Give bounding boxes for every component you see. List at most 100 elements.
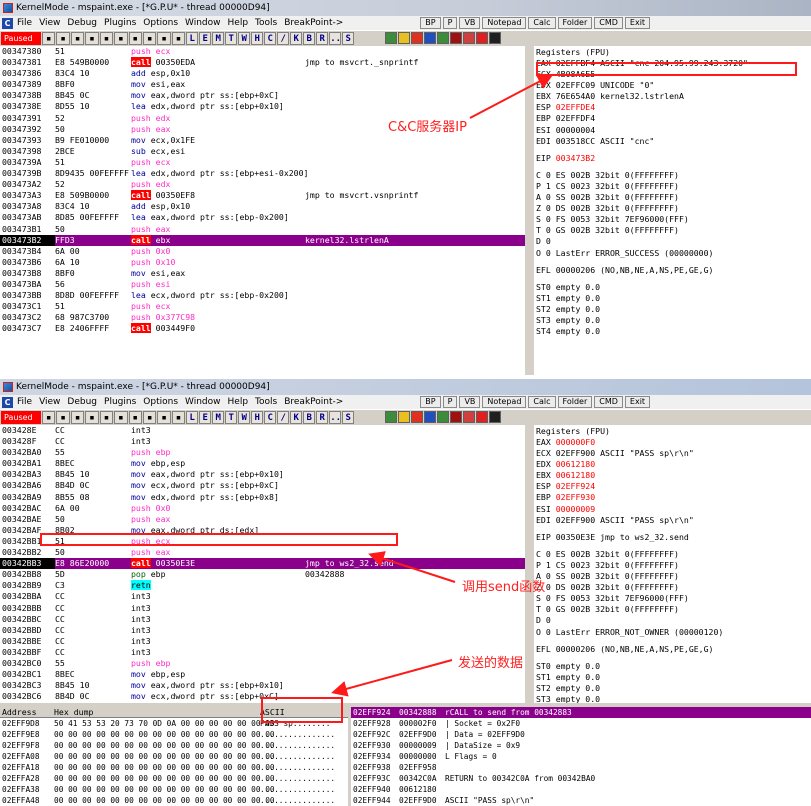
register-line[interactable]: A 0 SS 002B 32bit 0(FFFFFFFF) <box>534 192 811 203</box>
register-line[interactable]: ESI 00000004 <box>534 125 811 136</box>
disasm-row[interactable]: 003473AB 8D85 00FEFFFF lea eax,dword ptr s… <box>0 212 525 223</box>
toolbar-window-e[interactable]: E <box>199 410 212 424</box>
disasm-row[interactable]: 0034739A 51 push ecx <box>0 157 525 168</box>
disasm-row[interactable]: 00342BBC CC int3 <box>0 614 525 625</box>
plugin-button-icon[interactable] <box>476 32 489 44</box>
plugin-button-icon[interactable] <box>398 32 411 44</box>
register-line[interactable]: P 1 CS 0023 32bit 0(FFFFFFFF) <box>534 560 811 571</box>
register-line[interactable]: EIP 00350E3E jmp to ws2_32.send <box>534 532 811 543</box>
toolbar-window-k[interactable]: K <box>290 410 303 424</box>
toolbar-window-t[interactable]: T <box>225 410 238 424</box>
dump-col-hex[interactable]: Hex dump <box>54 707 260 717</box>
disasm-row[interactable]: 003473C1 51 push ecx <box>0 301 525 312</box>
step-over-icon[interactable]: ▪ <box>114 31 128 45</box>
disassembly-pane[interactable]: 00347380 51 push ecx 00347381 E8 549B0000 cal… <box>0 46 528 375</box>
menu-tools[interactable]: Tools <box>255 18 277 28</box>
disasm-row[interactable]: 003473BA 56 push esi <box>0 279 525 290</box>
stack-row[interactable]: 02EFF930 00000009 | DataSize = 0x9 <box>351 740 811 751</box>
register-line[interactable]: ST1 empty 0.0 <box>534 293 811 304</box>
step-into-icon[interactable]: ▪ <box>99 410 114 424</box>
register-line[interactable]: T 0 GS 002B 32bit 0(FFFFFFFF) <box>534 604 811 615</box>
dump-row[interactable]: 02EFFA28 00 00 00 00 00 00 00 00 00 00 00… <box>0 773 348 784</box>
disasm-row[interactable]: 00342BBA CC int3 <box>0 591 525 602</box>
execute-till-return-icon[interactable]: ▪ <box>157 410 171 424</box>
disasm-row[interactable]: 00342BB2 50 push eax <box>0 547 525 558</box>
menu-button-bp[interactable]: BP <box>420 17 441 29</box>
disasm-row[interactable]: 00342BC0 55 push ebp <box>0 658 525 669</box>
register-line[interactable]: Z 0 DS 002B 32bit 0(FFFFFFFF) <box>534 203 811 214</box>
register-line[interactable]: EBP 02EFFDF4 <box>534 113 811 124</box>
register-line[interactable]: ST1 empty 0.0 <box>534 672 811 683</box>
toolbar-window-s[interactable]: S <box>342 410 355 424</box>
menu-button-calc[interactable]: Calc <box>528 396 556 408</box>
register-line[interactable]: EBX 76E654A0 kernel32.lstrlenA <box>534 91 811 102</box>
disasm-row[interactable]: 00347393 B9 FE010000 mov ecx,0x1FE <box>0 135 525 146</box>
goto-icon[interactable]: ▪ <box>171 31 186 45</box>
register-line[interactable]: EBP 02EFF930 <box>534 492 811 503</box>
menu-debug[interactable]: Debug <box>67 397 97 407</box>
disasm-row[interactable]: 003473A8 83C4 10 add esp,0x10 <box>0 201 525 212</box>
plugin-button-icon[interactable] <box>450 411 463 423</box>
disasm-row[interactable]: 003473C7 E8 2406FFFF call 003449F0 <box>0 323 525 334</box>
disasm-row[interactable]: 003473B1 50 push eax <box>0 224 525 235</box>
disasm-row[interactable]: 00342BA9 8B55 08 mov edx,dword ptr ss:[ebp… <box>0 492 525 503</box>
plugin-button-icon[interactable] <box>398 411 411 423</box>
disasm-row[interactable]: 00342BBD CC int3 <box>0 625 525 636</box>
disasm-row[interactable]: 003473A3 E8 509B0000 call 00350EF8 jmp to m… <box>0 190 525 201</box>
toolbar-window-m[interactable]: M <box>212 410 225 424</box>
stack-row[interactable]: 02EFF938 02EFF958 <box>351 762 811 773</box>
menu-button-cmd[interactable]: CMD <box>594 17 623 29</box>
disasm-row[interactable]: 00342BAE 50 push eax <box>0 514 525 525</box>
menu-button-notepad[interactable]: Notepad <box>482 17 527 29</box>
disasm-row[interactable]: 003473C2 68 987C3700 push 0x377C98 <box>0 312 525 323</box>
trace-into-icon[interactable]: ▪ <box>128 31 142 45</box>
menu-window[interactable]: Window <box>185 18 221 28</box>
menu-breakpoint[interactable]: BreakPoint-> <box>284 18 343 28</box>
disasm-row[interactable]: 00342BBB CC int3 <box>0 603 525 614</box>
register-line[interactable]: EAX 000000F0 <box>534 437 811 448</box>
disasm-row[interactable]: 003473B8 8BF0 mov esi,eax <box>0 268 525 279</box>
register-line[interactable]: EIP 003473B2 <box>534 153 811 164</box>
disasm-row[interactable]: 00342BB3 E8 86E20000 call 00350E3E jmp to w… <box>0 558 525 570</box>
restart-icon[interactable]: ▪ <box>56 410 70 424</box>
disasm-row[interactable]: 00347398 2BCE sub ecx,esi <box>0 146 525 157</box>
register-line[interactable]: ESP 02EFF924 <box>534 481 811 492</box>
toolbar-window-dots[interactable]: ... <box>329 410 346 424</box>
menu-options[interactable]: Options <box>143 18 178 28</box>
plugin-button-icon[interactable] <box>463 32 476 44</box>
toolbar-window-t[interactable]: T <box>225 31 238 45</box>
execute-till-return-icon[interactable]: ▪ <box>157 31 171 45</box>
menu-view[interactable]: View <box>39 18 60 28</box>
register-line[interactable]: P 1 CS 0023 32bit 0(FFFFFFFF) <box>534 181 811 192</box>
disasm-row[interactable]: 00347386 83C4 10 add esp,0x10 <box>0 68 525 79</box>
menu-help[interactable]: Help <box>228 397 249 407</box>
plugin-button-icon[interactable] <box>424 411 437 423</box>
plugin-button-icon[interactable] <box>463 411 476 423</box>
register-line[interactable]: Z 0 DS 002B 32bit 0(FFFFFFFF) <box>534 582 811 593</box>
register-line[interactable]: EDI 02EFF900 ASCII "PASS sp\r\n" <box>534 515 811 526</box>
register-line[interactable]: ST0 empty 0.0 <box>534 661 811 672</box>
restart-icon[interactable]: ▪ <box>56 31 70 45</box>
plugin-button-icon[interactable] <box>424 32 437 44</box>
stack-row[interactable]: 02EFF940 00612180 <box>351 784 811 795</box>
toolbar-window-h[interactable]: H <box>251 31 264 45</box>
dump-row[interactable]: 02EFF9E8 00 00 00 00 00 00 00 00 00 00 00… <box>0 729 348 740</box>
disasm-row[interactable]: 003473B6 6A 10 push 0x10 <box>0 257 525 268</box>
disasm-row[interactable]: 003473BB 8D8D 00FEFFFF lea ecx,dword ptr s… <box>0 290 525 301</box>
toolbar-window-h[interactable]: H <box>251 410 264 424</box>
menu-debug[interactable]: Debug <box>67 18 97 28</box>
trace-over-icon[interactable]: ▪ <box>142 410 157 424</box>
plugin-button-icon[interactable] <box>489 32 502 44</box>
dump-col-address[interactable]: Address <box>0 707 54 717</box>
disasm-row[interactable]: 0034738B 8B45 0C mov eax,dword ptr ss:[ebp… <box>0 90 525 101</box>
app-menu-icon[interactable]: C <box>2 17 13 29</box>
menu-button-vb[interactable]: VB <box>459 396 481 408</box>
menu-button-exit[interactable]: Exit <box>624 396 651 408</box>
disasm-row[interactable]: 00342BA6 8B4D 0C mov ecx,dword ptr ss:[ebp… <box>0 480 525 491</box>
plugin-button-icon[interactable] <box>437 411 450 423</box>
menu-button-notepad[interactable]: Notepad <box>482 396 527 408</box>
disasm-row[interactable]: 00347381 E8 549B0000 call 00350EDA jmp to m… <box>0 57 525 68</box>
toolbar-window-b[interactable]: B <box>303 31 316 45</box>
register-line[interactable]: D 0 <box>534 615 811 626</box>
goto-icon[interactable]: ▪ <box>171 410 186 424</box>
